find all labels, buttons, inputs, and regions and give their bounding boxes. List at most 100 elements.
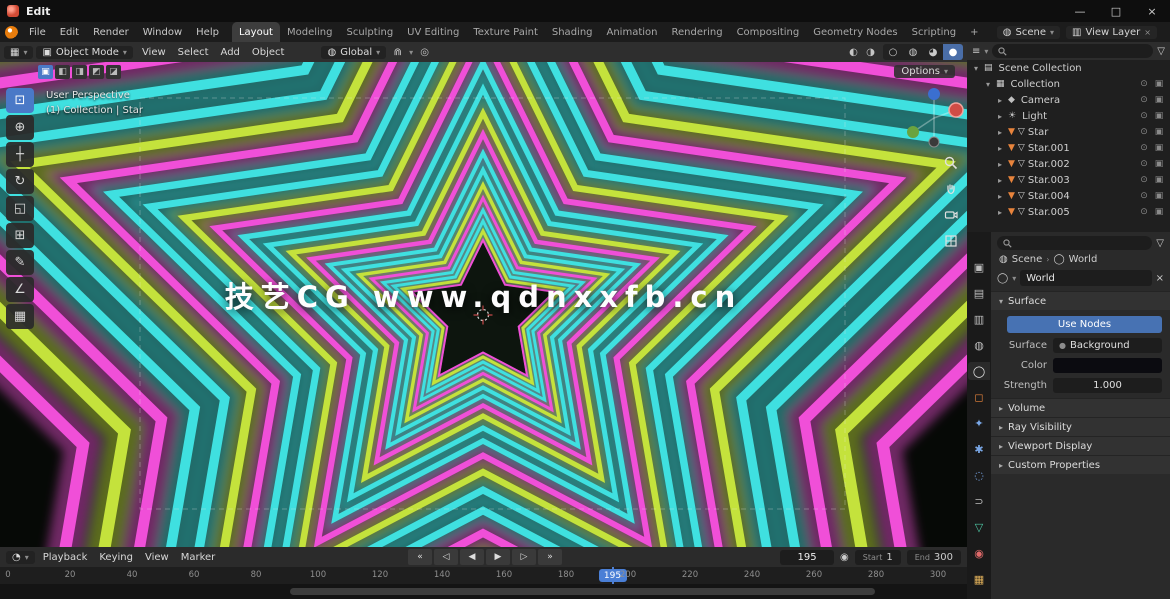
snap-magnet-icon[interactable]: ⋒ [389, 47, 406, 58]
orientation-dropdown[interactable]: ◍ Global ▾ [321, 46, 386, 59]
strength-field[interactable]: 1.000 [1053, 378, 1162, 393]
select-mode-button[interactable]: ◧ [55, 65, 70, 79]
view-layer-selector[interactable]: ▥ View Layer × [1066, 26, 1157, 39]
viewport-menu-item[interactable]: Select [172, 47, 215, 58]
menu-item[interactable]: Window [136, 27, 189, 38]
workspace-tab[interactable]: Compositing [730, 22, 807, 42]
select-mode-button[interactable]: ◨ [72, 65, 87, 79]
expand-arrow-icon[interactable]: ▸ [995, 96, 1005, 105]
outliner-row[interactable]: ▸ ☀ Light ⊙ ▣ [967, 108, 1170, 124]
disable-render-icon[interactable]: ▣ [1153, 159, 1165, 169]
hide-viewport-eye-icon[interactable]: ⊙ [1138, 111, 1150, 121]
shading-mode-button[interactable]: ● [943, 44, 963, 60]
menu-item[interactable]: Help [189, 27, 226, 38]
tool-button[interactable]: ⊞ [6, 223, 34, 248]
minimize-button[interactable]: — [1062, 0, 1098, 22]
disable-render-icon[interactable]: ▣ [1153, 127, 1165, 137]
shading-mode-button[interactable]: ◍ [903, 44, 923, 60]
workspace-tab[interactable]: Sculpting [339, 22, 400, 42]
filter-icon[interactable]: ▽ [1157, 46, 1165, 57]
expand-arrow-icon[interactable]: ▸ [995, 144, 1005, 153]
mode-dropdown[interactable]: ▣ Object Mode ▾ [36, 46, 132, 59]
expand-arrow-icon[interactable]: ▸ [995, 160, 1005, 169]
editor-type-button[interactable]: ▦ ▾ [4, 46, 33, 59]
axis-negative-handle[interactable] [929, 137, 939, 147]
color-swatch[interactable] [1053, 358, 1162, 373]
hide-viewport-eye-icon[interactable]: ⊙ [1138, 143, 1150, 153]
overlay-toggle-icon[interactable]: ◑ [862, 47, 879, 58]
collapsed-panel-header[interactable]: ▸ Viewport Display [991, 436, 1170, 455]
properties-tab[interactable]: ▥ [968, 310, 990, 328]
tool-button[interactable]: ✎ [6, 250, 34, 275]
breadcrumb-scene[interactable]: Scene [1012, 254, 1043, 265]
breadcrumb-world[interactable]: World [1069, 254, 1098, 265]
properties-tab[interactable]: ▤ [968, 284, 990, 302]
auto-keying-icon[interactable]: ◉ [840, 552, 849, 563]
expand-arrow-icon[interactable]: ▸ [995, 192, 1005, 201]
properties-tab[interactable]: ◉ [968, 544, 990, 562]
outliner-row[interactable]: ▸ ▼ ▽ Star.005 ⊙ ▣ [967, 204, 1170, 220]
hide-viewport-eye-icon[interactable]: ⊙ [1138, 127, 1150, 137]
tool-button[interactable]: ∠ [6, 277, 34, 302]
timeline-editor-button[interactable]: ◔ ▾ [6, 551, 35, 564]
workspace-tab[interactable]: UV Editing [400, 22, 466, 42]
workspace-tab[interactable]: Layout [232, 22, 280, 42]
pan-hand-icon[interactable] [944, 182, 958, 196]
shading-mode-button[interactable]: ○ [883, 44, 903, 60]
transport-button[interactable]: ◀ [460, 549, 484, 565]
outliner-row[interactable]: ▸ ▼ ▽ Star.004 ⊙ ▣ [967, 188, 1170, 204]
axis-z-handle[interactable] [928, 88, 940, 100]
select-mode-button[interactable]: ◪ [106, 65, 121, 79]
expand-arrow-icon[interactable]: ▾ [971, 64, 981, 73]
transport-button[interactable]: » [538, 549, 562, 565]
outliner-search[interactable] [992, 44, 1153, 58]
expand-arrow-icon[interactable]: ▸ [995, 176, 1005, 185]
disable-render-icon[interactable]: ▣ [1153, 111, 1165, 121]
properties-tab[interactable]: ✦ [968, 414, 990, 432]
disable-render-icon[interactable]: ▣ [1153, 207, 1165, 217]
outliner-row[interactable]: ▸ ▼ ▽ Star.001 ⊙ ▣ [967, 140, 1170, 156]
tool-button[interactable]: ↻ [6, 169, 34, 194]
frame-end-field[interactable]: End 300 [907, 550, 961, 565]
disable-render-icon[interactable]: ▣ [1153, 175, 1165, 185]
viewport-menu-item[interactable]: Object [246, 47, 291, 58]
outliner-row[interactable]: ▾ ▤ Scene Collection [967, 60, 1170, 76]
surface-shader-dropdown[interactable]: ● Background [1053, 338, 1162, 353]
tool-button[interactable]: ▦ [6, 304, 34, 329]
timeline-menu-item[interactable]: Marker [175, 552, 222, 563]
use-nodes-button[interactable]: Use Nodes [1007, 316, 1162, 333]
properties-tab[interactable]: ▽ [968, 518, 990, 536]
properties-search[interactable] [997, 236, 1152, 250]
expand-arrow-icon[interactable]: ▸ [995, 208, 1005, 217]
3d-viewport[interactable]: User Perspective (1) Collection | Star 技… [0, 62, 967, 547]
workspace-tab[interactable]: Scripting [905, 22, 963, 42]
transport-button[interactable]: « [408, 549, 432, 565]
menu-item[interactable]: Render [86, 27, 136, 38]
camera-view-icon[interactable] [944, 208, 958, 222]
hide-viewport-eye-icon[interactable]: ⊙ [1138, 159, 1150, 169]
disable-render-icon[interactable]: ▣ [1153, 191, 1165, 201]
transport-button[interactable]: ▶ [486, 549, 510, 565]
viewport-menu-item[interactable]: Add [215, 47, 246, 58]
zoom-icon[interactable] [944, 156, 958, 170]
select-mode-button[interactable]: ▣ [38, 65, 53, 79]
unlink-button[interactable]: × [1156, 273, 1164, 284]
grid-view-icon[interactable] [944, 234, 958, 248]
overlay-toggle-icon[interactable]: ◐ [845, 47, 862, 58]
hide-viewport-eye-icon[interactable]: ⊙ [1138, 191, 1150, 201]
collapsed-panel-header[interactable]: ▸ Ray Visibility [991, 417, 1170, 436]
timeline-menu-item[interactable]: View [139, 552, 175, 563]
options-dropdown[interactable]: Options ▾ [894, 65, 955, 78]
expand-arrow-icon[interactable]: ▾ [983, 80, 993, 89]
blender-logo-icon[interactable] [5, 26, 18, 39]
outliner-search-input[interactable] [1010, 45, 1147, 57]
workspace-tab[interactable]: Geometry Nodes [806, 22, 904, 42]
frame-start-field[interactable]: Start 1 [855, 550, 901, 565]
properties-tab[interactable]: ◌ [968, 466, 990, 484]
menu-item[interactable]: File [22, 27, 53, 38]
surface-panel-header[interactable]: ▾ Surface [991, 291, 1170, 310]
workspace-tab[interactable]: Modeling [280, 22, 340, 42]
outliner-row[interactable]: ▾ ▦ Collection ⊙ ▣ [967, 76, 1170, 92]
horizontal-scrollbar[interactable] [290, 588, 875, 595]
axis-y-handle[interactable] [907, 126, 919, 138]
